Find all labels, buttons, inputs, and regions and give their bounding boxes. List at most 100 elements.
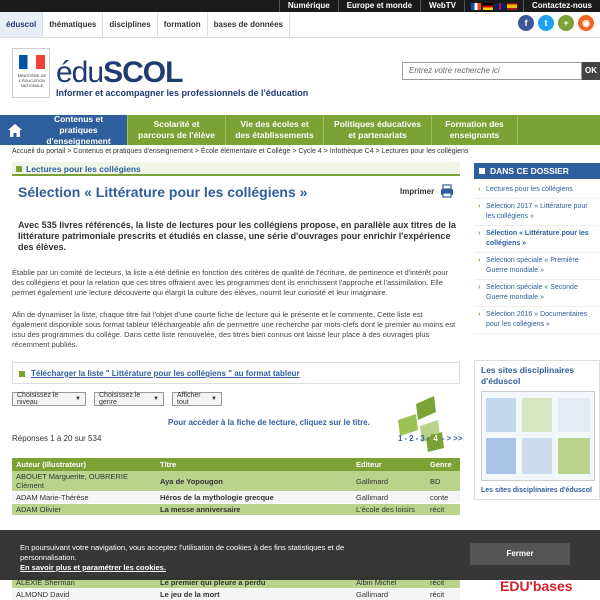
tab-scolarite[interactable]: Scolarité et parcours de l'élève — [128, 115, 226, 145]
cell-author: ABOUET Marguerite, OUBRERIE Clément — [12, 471, 156, 492]
nav-bases[interactable]: bases de données — [208, 12, 290, 37]
cookie-text: En poursuivant votre navigation, vous ac… — [20, 543, 360, 573]
results-table: Auteur (Illustrateur) Titre Editeur Genr… — [12, 458, 460, 516]
sidebar-item-lectures[interactable]: Lectures pour les collégiens — [474, 182, 600, 199]
tab-vie-ecoles[interactable]: Vie des écoles et des établissements — [226, 115, 324, 145]
flag-de-icon[interactable] — [483, 2, 493, 10]
top-bar: Numérique Europe et monde WebTV Contacte… — [0, 0, 600, 12]
sidebar-item-2017[interactable]: Sélection 2017 « Littérature pour les co… — [474, 199, 600, 226]
cell-title-link[interactable]: La messe anniversaire — [156, 503, 352, 516]
marianne-flag-icon — [19, 55, 45, 69]
cell-title-link[interactable]: Héros de la mythologie grecque — [156, 491, 352, 504]
hint-text: Pour accéder à la fiche de lecture, cliq… — [168, 418, 370, 427]
display-select-value: Afficher tout — [177, 392, 201, 406]
body-paragraph-2: Afin de dynamiser la liste, chaque titre… — [12, 310, 456, 349]
cell-author: ADAM Marie-Thérèse — [12, 491, 156, 504]
cell-editor: Gallimard — [352, 491, 426, 504]
main-nav: Contenus et pratiques d'enseignement Sco… — [0, 114, 600, 146]
cookie-banner: En poursuivant votre navigation, vous ac… — [0, 530, 600, 580]
print-label[interactable]: Imprimer — [400, 187, 434, 196]
sidebar-item-2016[interactable]: Sélection 2016 « Documentaires pour les … — [474, 307, 600, 334]
table-row: ABOUET Marguerite, OUBRERIE Clément Aya … — [12, 471, 460, 492]
facebook-icon[interactable]: f — [518, 15, 534, 31]
page-next[interactable]: > — [447, 434, 452, 443]
sites-link[interactable]: Les sites disciplinaires d'éduscol — [481, 487, 592, 494]
body-paragraph-1: Établie par un comité de lecteurs, la li… — [12, 268, 449, 297]
sidebar-item-ww2[interactable]: Sélection spéciale « Seconde Guerre mond… — [474, 280, 600, 307]
ministry-logo[interactable]: MINISTÈRE DE L'ÉDUCATION NATIONALE — [12, 48, 50, 98]
site-header: MINISTÈRE DE L'ÉDUCATION NATIONALE éduSC… — [0, 38, 600, 112]
cell-author: ALMOND David — [12, 588, 156, 600]
tab-contenus[interactable]: Contenus et pratiques d'enseignement — [30, 114, 128, 146]
logo-edu: édu — [56, 56, 104, 89]
search-input[interactable]: Entrez votre recherche ici — [402, 62, 582, 80]
sites-thumbnail[interactable] — [481, 391, 595, 481]
tab-formation[interactable]: Formation des enseignants — [432, 115, 518, 145]
chevron-down-icon: ▼ — [75, 396, 81, 402]
page-3[interactable]: 3 — [420, 434, 424, 443]
col-author[interactable]: Auteur (Illustrateur) — [12, 458, 156, 471]
page-2[interactable]: 2 — [409, 434, 413, 443]
rss-icon[interactable]: ◉ — [578, 15, 594, 31]
books-illustration-icon — [398, 396, 444, 452]
sidebar-heading-text: DANS CE DOSSIER — [490, 166, 569, 176]
top-link-webtv[interactable]: WebTV — [420, 0, 464, 12]
home-icon[interactable] — [0, 115, 30, 145]
filters: Choisissez le niveau ▼ Choisissez le genr… — [12, 392, 222, 406]
top-link-europe[interactable]: Europe et monde — [337, 0, 420, 12]
printer-icon[interactable] — [440, 184, 454, 198]
nav-formation[interactable]: formation — [158, 12, 208, 37]
tab-politiques[interactable]: Politiques éducatives et partenariats — [324, 115, 432, 145]
table-row: ALMOND David Le jeu de la mort Gallimard… — [12, 588, 460, 600]
cell-genre: récit — [426, 503, 460, 516]
top-link-contact[interactable]: Contactez-nous — [523, 0, 600, 12]
bullet-square-icon — [479, 168, 485, 174]
col-title[interactable]: Titre — [156, 458, 352, 471]
bullet-square-icon — [16, 166, 22, 172]
eduscol-logo[interactable]: éduSCOL — [56, 56, 183, 90]
results-table-continued: ALEXIE Sherman Le premier qui pleure a p… — [12, 577, 460, 600]
nav-eduscol[interactable]: éduscol — [0, 12, 44, 37]
cookie-settings-link[interactable]: En savoir plus et paramétrer les cookies… — [20, 563, 166, 572]
pagination: 1- 2- 3- 4- > >> — [398, 434, 463, 443]
col-genre[interactable]: Genre — [426, 458, 460, 471]
secondary-nav: éduscol thématiques disciplines formatio… — [0, 12, 600, 38]
sidebar-item-ww1[interactable]: Sélection spéciale « Première Guerre mon… — [474, 253, 600, 280]
logo-scol: SCOL — [103, 56, 183, 89]
page-4[interactable]: 4 — [431, 434, 440, 443]
netvibes-icon[interactable]: + — [558, 15, 574, 31]
section-bar: Lectures pour les collégiens — [12, 162, 460, 176]
breadcrumb[interactable]: Accueil du portail > Contenus et pratiqu… — [12, 148, 468, 155]
twitter-icon[interactable]: t — [538, 15, 554, 31]
flag-es-icon[interactable] — [507, 2, 517, 10]
display-select[interactable]: Afficher tout ▼ — [172, 392, 222, 406]
col-editor[interactable]: Editeur — [352, 458, 426, 471]
genre-select-value: Choisissez le genre — [99, 392, 141, 406]
search-button[interactable]: OK — [582, 62, 600, 80]
sidebar-item-selection[interactable]: Sélection « Littérature pour les collégi… — [474, 226, 600, 253]
page-last[interactable]: >> — [453, 434, 462, 443]
cookie-close-button[interactable]: Fermer — [470, 543, 570, 565]
nav-thematiques[interactable]: thématiques — [43, 12, 104, 37]
cell-title-link[interactable]: Le jeu de la mort — [156, 588, 352, 600]
top-link-numerique[interactable]: Numérique — [278, 0, 338, 12]
page-title: Sélection « Littérature pour les collégi… — [18, 184, 308, 200]
sidebar-heading: DANS CE DOSSIER — [474, 163, 600, 179]
cell-title-link[interactable]: Aya de Yopougon — [156, 471, 352, 492]
edubases-text: EDU'bases — [500, 578, 573, 594]
download-link[interactable]: Télécharger la liste " Littérature pour … — [31, 369, 300, 378]
top-links: Numérique Europe et monde WebTV Contacte… — [278, 0, 600, 12]
cell-editor: Gallimard — [352, 471, 426, 492]
genre-select[interactable]: Choisissez le genre ▼ — [94, 392, 164, 406]
nav-disciplines[interactable]: disciplines — [103, 12, 158, 37]
cell-genre: conte — [426, 491, 460, 504]
flag-fr-icon[interactable] — [471, 2, 481, 10]
table-row: ADAM Marie-Thérèse Héros de la mythologi… — [12, 491, 460, 504]
flag-uk-icon[interactable] — [495, 2, 505, 10]
level-select-value: Choisissez le niveau — [17, 392, 59, 406]
page-1[interactable]: 1 — [398, 434, 402, 443]
cell-genre: récit — [426, 588, 460, 600]
level-select[interactable]: Choisissez le niveau ▼ — [12, 392, 86, 406]
download-box: Télécharger la liste " Littérature pour … — [12, 362, 460, 384]
bullet-square-icon — [19, 371, 25, 377]
